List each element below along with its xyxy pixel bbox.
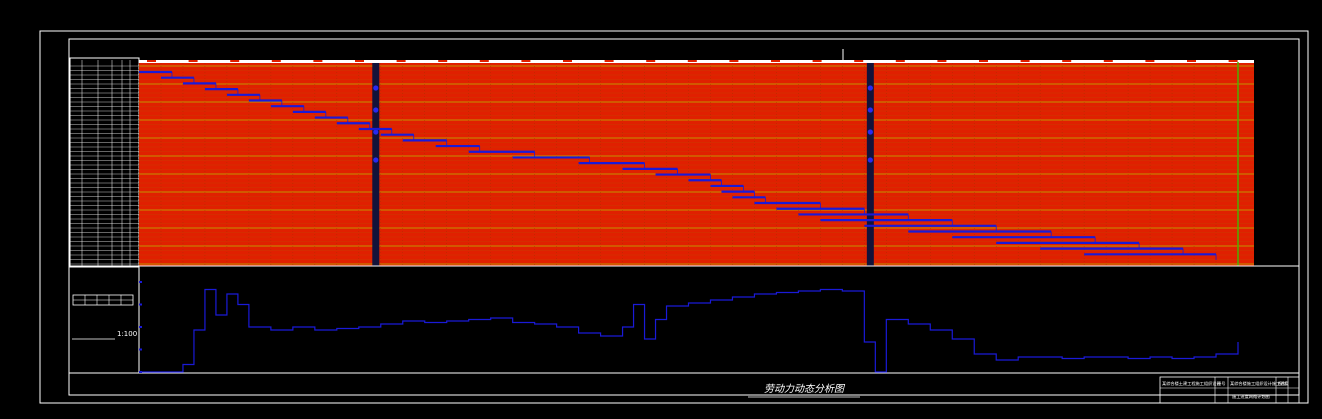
timescale-tick — [1020, 60, 1030, 62]
title-block-category-label: 图别 — [1278, 380, 1286, 387]
timescale-tick — [188, 60, 198, 62]
milestone-node — [867, 107, 873, 113]
timescale-tick — [355, 60, 364, 62]
milestone-node — [373, 129, 379, 135]
milestone-column — [866, 63, 874, 266]
cad-drawing: 1:100 劳动力动态分析图 某综合楼土建工程施工组织设计 图号 某综合楼施工组… — [39, 30, 1309, 404]
gantt-timescale — [139, 60, 1254, 63]
y-tick — [139, 326, 142, 328]
y-tick — [139, 303, 142, 306]
timescale-tick — [563, 60, 572, 62]
y-tick — [139, 348, 142, 351]
milestone-column — [372, 63, 380, 266]
y-tick — [139, 281, 142, 283]
title-block: 某综合楼土建工程施工组织设计 图号 某综合楼施工组织设计施工进度 图别 施工进度… — [1159, 376, 1300, 404]
timescale-tick — [1228, 60, 1238, 62]
labor-histogram — [139, 288, 1239, 373]
timescale-tick — [729, 60, 739, 62]
milestone-node — [867, 129, 873, 135]
timescale-tick — [521, 60, 531, 62]
timescale-tick — [479, 60, 489, 62]
milestone-node — [373, 85, 379, 91]
drawing-canvas[interactable]: 1:100 劳动力动态分析图 某综合楼土建工程施工组织设计 图号 某综合楼施工组… — [0, 0, 1322, 419]
title-block-drawing-title: 施工进度网络计划图 — [1232, 393, 1270, 400]
title-block-project: 某综合楼土建工程施工组织设计 — [1162, 380, 1221, 387]
timescale-tick — [646, 60, 656, 62]
title-block-drawing-no-label: 图号 — [1217, 381, 1225, 387]
chart-caption: 劳动力动态分析图 — [764, 383, 846, 395]
timescale-tick — [438, 60, 448, 62]
timescale-tick — [979, 60, 988, 62]
milestone-node — [867, 157, 873, 163]
milestone-node — [867, 85, 873, 91]
milestone-node — [373, 157, 379, 163]
timescale-tick — [687, 60, 697, 62]
timescale-tick — [771, 60, 780, 62]
timescale-tick — [604, 60, 614, 62]
timescale-tick — [895, 60, 905, 62]
scale-label: 1:100 — [117, 330, 137, 338]
gantt-field — [139, 60, 1254, 266]
milestone-node — [373, 107, 379, 113]
timescale-tick — [1187, 60, 1196, 62]
timescale-tick — [854, 60, 864, 62]
timescale-tick — [812, 60, 822, 62]
timescale-tick — [1145, 60, 1155, 62]
timescale-tick — [313, 60, 323, 62]
timescale-tick — [230, 60, 240, 62]
timescale-tick — [396, 60, 406, 62]
timescale-tick — [1062, 60, 1072, 62]
task-table — [69, 57, 140, 268]
timescale-tick — [937, 60, 947, 62]
timescale-tick — [1103, 60, 1113, 62]
legend — [72, 294, 134, 306]
timescale-tick — [147, 60, 156, 62]
timescale-tick — [271, 60, 281, 62]
